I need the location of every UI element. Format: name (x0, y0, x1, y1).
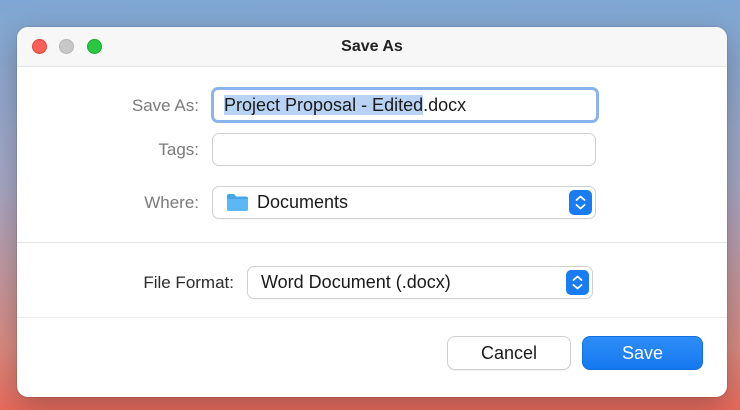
save-as-label: Save As: (131, 96, 199, 115)
title-bar: Save As (17, 27, 727, 67)
save-button[interactable]: Save (582, 336, 703, 370)
file-format-popup-button[interactable]: Word Document (.docx) (247, 266, 593, 299)
tags-label: Tags: (158, 140, 199, 159)
where-value: Documents (257, 192, 349, 212)
filename-selected-text: Project Proposal - Edited (224, 95, 424, 115)
tags-input[interactable] (212, 133, 596, 166)
window-title: Save As (341, 38, 403, 55)
where-popup-button[interactable]: Documents (212, 186, 596, 219)
where-label: Where: (144, 193, 199, 212)
section-divider (17, 242, 727, 243)
file-format-value: Word Document (.docx) (261, 272, 451, 292)
chevron-up-down-icon (566, 270, 589, 295)
filename-input[interactable]: Project Proposal - Edited.docx (211, 87, 599, 123)
file-format-label: File Format: (143, 273, 234, 292)
cancel-button[interactable]: Cancel (447, 336, 571, 370)
filename-extension-text: .docx (423, 95, 467, 115)
folder-icon (226, 193, 249, 212)
save-as-dialog: Save As Save As: Project Proposal - Edit… (17, 27, 727, 397)
button-divider (17, 317, 727, 318)
chevron-up-down-icon (569, 190, 592, 215)
